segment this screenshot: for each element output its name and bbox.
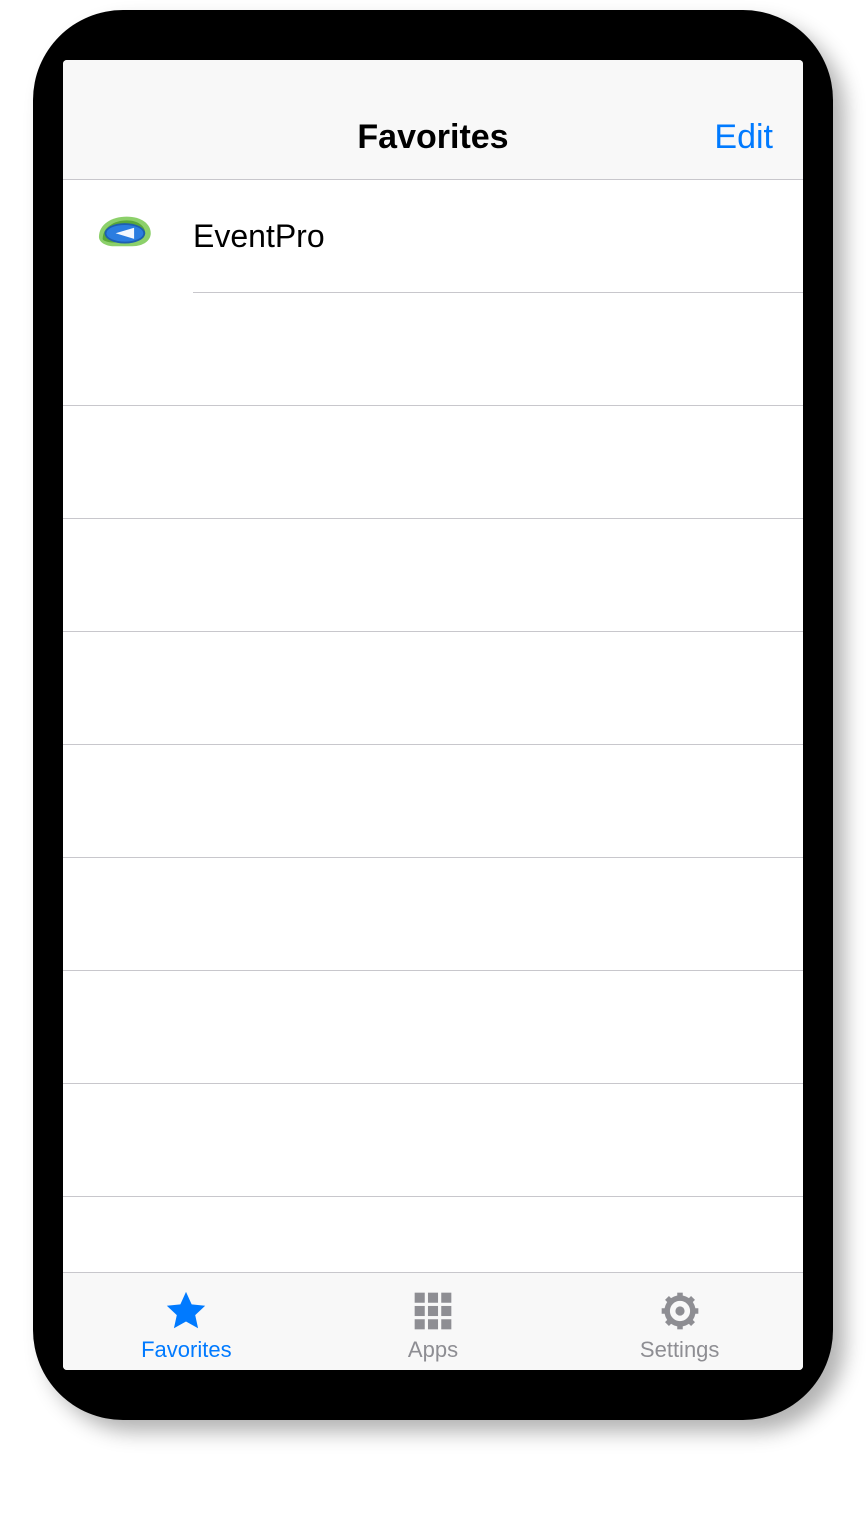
phone-frame: Favorites Edit EventPro (33, 10, 833, 1420)
empty-row (63, 1197, 803, 1272)
empty-row (63, 971, 803, 1084)
grid-icon (408, 1287, 458, 1335)
tab-settings[interactable]: Settings (556, 1273, 803, 1370)
tab-label: Apps (408, 1337, 458, 1363)
empty-row (63, 632, 803, 745)
tab-bar: Favorites Apps (63, 1272, 803, 1370)
tab-favorites[interactable]: Favorites (63, 1273, 310, 1370)
tab-label: Favorites (141, 1337, 231, 1363)
star-icon (161, 1287, 211, 1335)
gear-icon (655, 1287, 705, 1335)
navigation-bar: Favorites Edit (63, 60, 803, 180)
empty-row (63, 858, 803, 971)
list-item[interactable]: EventPro (63, 180, 803, 293)
favorites-list[interactable]: EventPro (63, 180, 803, 1272)
edit-button[interactable]: Edit (714, 118, 773, 157)
page-title: Favorites (357, 118, 508, 157)
tab-label: Settings (640, 1337, 720, 1363)
empty-row (63, 293, 803, 406)
empty-row (63, 745, 803, 858)
empty-row (63, 1084, 803, 1197)
tab-apps[interactable]: Apps (310, 1273, 557, 1370)
screen: Favorites Edit EventPro (63, 60, 803, 1370)
eventpro-logo-icon (83, 207, 163, 267)
list-item-label: EventPro (193, 218, 325, 255)
empty-row (63, 519, 803, 632)
empty-row (63, 406, 803, 519)
